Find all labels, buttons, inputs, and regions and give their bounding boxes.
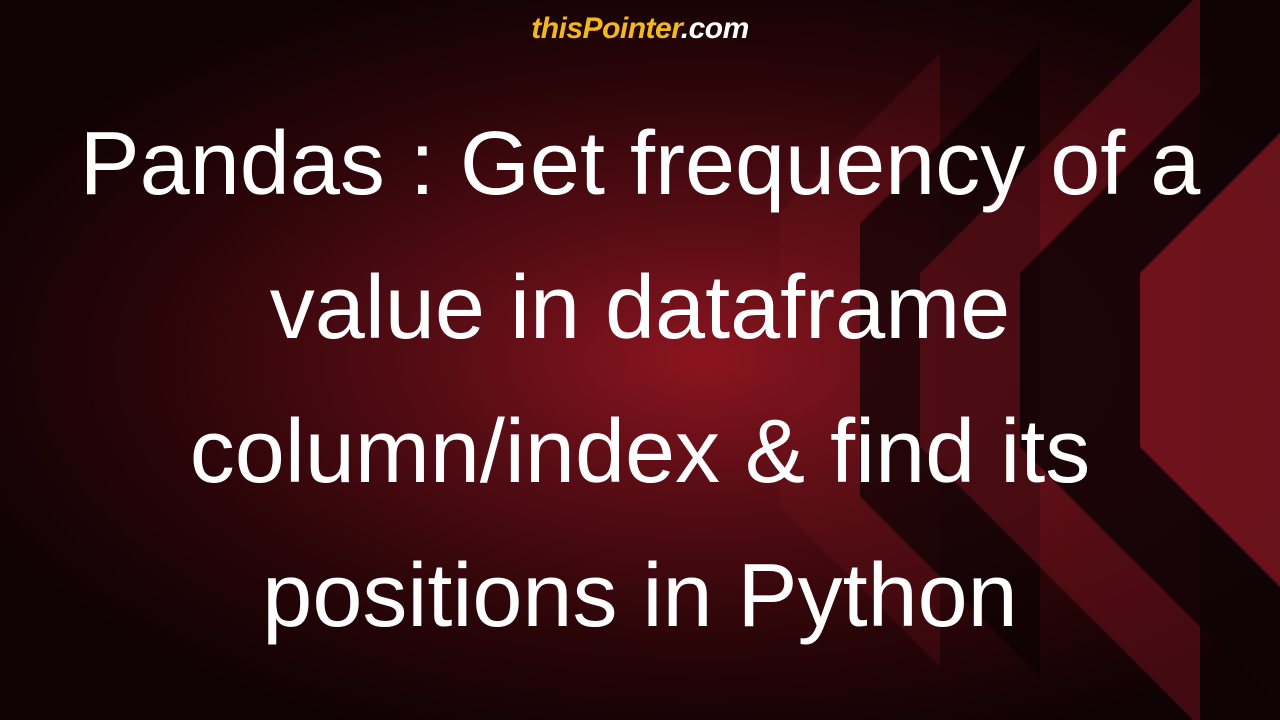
brand-text-secondary: .com	[681, 12, 749, 45]
article-title: Pandas : Get frequency of a value in dat…	[0, 92, 1280, 668]
site-brand: thisPointer.com	[0, 12, 1280, 46]
headline-container: Pandas : Get frequency of a value in dat…	[0, 60, 1280, 700]
brand-text-primary: thisPointer	[531, 12, 681, 45]
